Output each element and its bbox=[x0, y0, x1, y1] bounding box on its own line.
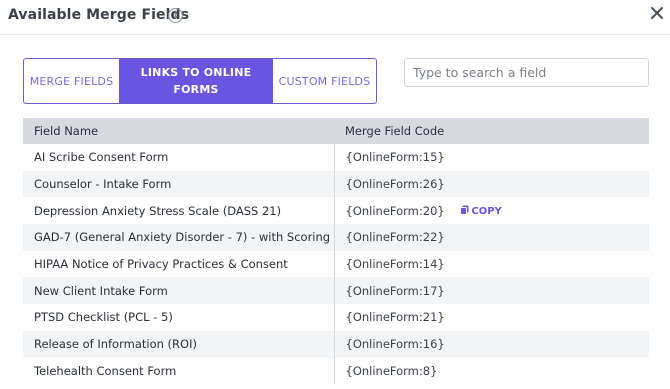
search-field-input[interactable] bbox=[404, 58, 649, 87]
table-row[interactable]: Telehealth Consent Form {OnlineForm:8} bbox=[23, 357, 649, 385]
table-row[interactable]: New Client Intake Form {OnlineForm:17} bbox=[23, 277, 649, 305]
table-header-row: Field Name Merge Field Code bbox=[23, 118, 649, 144]
table-row[interactable]: Depression Anxiety Stress Scale (DASS 21… bbox=[23, 197, 649, 225]
field-name-cell: Release of Information (ROI) bbox=[23, 330, 334, 358]
copy-icon bbox=[460, 205, 469, 216]
info-circle-icon[interactable]: i bbox=[168, 8, 183, 23]
tab-links-to-online-forms[interactable]: LINKS TO ONLINE FORMS bbox=[119, 59, 273, 103]
table-row[interactable]: Release of Information (ROI) {OnlineForm… bbox=[23, 330, 649, 358]
table-row[interactable]: AI Scribe Consent Form {OnlineForm:15} bbox=[23, 144, 649, 171]
dialog-title: Available Merge Fields bbox=[8, 7, 190, 23]
merge-code-text: {OnlineForm:20} bbox=[345, 203, 445, 218]
table-row[interactable]: PTSD Checklist (PCL - 5) {OnlineForm:21} bbox=[23, 304, 649, 331]
table-row[interactable]: HIPAA Notice of Privacy Practices & Cons… bbox=[23, 250, 649, 278]
field-name-cell: Telehealth Consent Form bbox=[23, 357, 334, 385]
merge-code-cell: {OnlineForm:16} bbox=[333, 330, 649, 358]
merge-code-cell: {OnlineForm:8} bbox=[333, 357, 649, 385]
column-header-merge-field-code: Merge Field Code bbox=[334, 118, 649, 144]
table-row[interactable]: Counselor - Intake Form {OnlineForm:26} bbox=[23, 170, 649, 198]
field-name-cell: New Client Intake Form bbox=[23, 277, 334, 305]
column-header-field-name: Field Name bbox=[23, 118, 334, 144]
merge-fields-table: Field Name Merge Field Code AI Scribe Co… bbox=[23, 118, 649, 385]
merge-code-cell: {OnlineForm:15} bbox=[333, 144, 649, 171]
dialog-header: Available Merge Fields i bbox=[0, 0, 670, 35]
field-name-cell: HIPAA Notice of Privacy Practices & Cons… bbox=[23, 250, 334, 278]
merge-code-cell: {OnlineForm:21} bbox=[333, 304, 649, 331]
field-name-cell: AI Scribe Consent Form bbox=[23, 144, 334, 171]
field-name-cell: Depression Anxiety Stress Scale (DASS 21… bbox=[23, 197, 334, 225]
merge-field-tabs: MERGE FIELDS LINKS TO ONLINE FORMS CUSTO… bbox=[23, 58, 377, 104]
merge-code-cell: {OnlineForm:17} bbox=[333, 277, 649, 305]
merge-code-cell: {OnlineForm:26} bbox=[333, 170, 649, 198]
tab-merge-fields[interactable]: MERGE FIELDS bbox=[24, 59, 119, 103]
copy-label: COPY bbox=[471, 206, 502, 218]
table-row[interactable]: GAD-7 (General Anxiety Disorder - 7) - w… bbox=[23, 224, 649, 251]
close-icon[interactable] bbox=[649, 5, 665, 21]
merge-code-cell: {OnlineForm:14} bbox=[333, 250, 649, 278]
merge-fields-dialog: Available Merge Fields i MERGE FIELDS LI… bbox=[0, 0, 670, 389]
merge-code-cell: {OnlineForm:22} bbox=[333, 224, 649, 251]
merge-code-cell: {OnlineForm:20} COPY bbox=[333, 197, 649, 225]
field-name-cell: GAD-7 (General Anxiety Disorder - 7) - w… bbox=[23, 224, 334, 251]
field-name-cell: PTSD Checklist (PCL - 5) bbox=[23, 304, 334, 331]
field-name-cell: Counselor - Intake Form bbox=[23, 170, 334, 198]
copy-button[interactable]: COPY bbox=[460, 205, 502, 218]
tab-custom-fields[interactable]: CUSTOM FIELDS bbox=[273, 59, 376, 103]
